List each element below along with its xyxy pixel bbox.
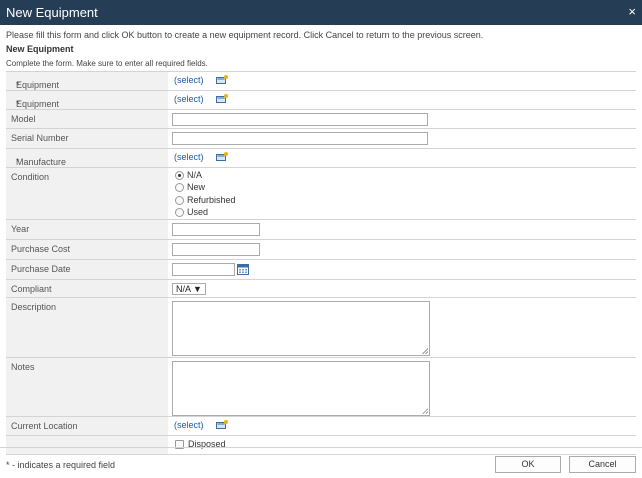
description-textarea[interactable]: [172, 301, 430, 356]
row-description: Description: [6, 298, 636, 358]
row-model: Model: [6, 110, 636, 129]
row-purchase-cost: Purchase Cost: [6, 240, 636, 260]
field-label: Year: [11, 224, 30, 234]
close-icon[interactable]: ×: [628, 4, 636, 19]
browse-icon[interactable]: [216, 420, 228, 429]
condition-option-used[interactable]: Used: [175, 207, 208, 218]
condition-option-na[interactable]: N/A: [175, 170, 202, 181]
radio-icon[interactable]: [175, 196, 184, 206]
row-notes: Notes: [6, 358, 636, 417]
required-marker: *: [16, 157, 20, 167]
current-location-select-link[interactable]: (select): [174, 420, 204, 430]
field-label: Description: [11, 302, 57, 312]
row-equipment-make: Equipment Make* (select): [6, 91, 636, 119]
resize-grip-icon[interactable]: [422, 348, 428, 354]
field-label: Purchase Cost: [11, 244, 71, 254]
condition-option-new[interactable]: New: [175, 182, 205, 193]
row-manufacture: Manufacture * (select): [6, 149, 636, 168]
row-current-location: Current Location (select): [6, 417, 636, 436]
row-year: Year: [6, 220, 636, 240]
section-subtitle: Complete the form. Make sure to enter al…: [6, 59, 208, 68]
equipment-make-select-link[interactable]: (select): [174, 94, 204, 104]
row-purchase-date: Purchase Date: [6, 260, 636, 280]
cancel-button[interactable]: Cancel: [569, 456, 636, 473]
row-disposed: Disposed: [6, 436, 636, 455]
field-label: Manufacture: [16, 157, 67, 167]
browse-icon[interactable]: [216, 94, 228, 103]
manufacture-select-link[interactable]: (select): [174, 152, 204, 162]
purchase-date-input[interactable]: [172, 263, 235, 276]
calendar-icon[interactable]: [237, 264, 249, 275]
model-input[interactable]: [172, 113, 428, 126]
radio-icon[interactable]: [175, 208, 184, 218]
dialog-title: New Equipment: [6, 5, 98, 20]
purchase-cost-input[interactable]: [172, 243, 260, 256]
row-condition: Condition N/A New Refurbished Used: [6, 168, 636, 220]
compliant-select[interactable]: N/A ▼: [172, 283, 206, 295]
field-label: Serial Number: [11, 133, 69, 143]
field-label: Purchase Date: [11, 264, 71, 274]
row-serial-number: Serial Number: [6, 129, 636, 149]
intro-text: Please fill this form and click OK butto…: [6, 30, 484, 40]
equipment-form: Equipment Type* (select) Equipment Make*…: [6, 71, 636, 455]
browse-icon[interactable]: [216, 152, 228, 161]
radio-icon[interactable]: [175, 183, 184, 193]
dialog-titlebar: New Equipment ×: [0, 0, 642, 25]
condition-option-refurbished[interactable]: Refurbished: [175, 195, 236, 206]
field-label: Current Location: [11, 421, 78, 431]
serial-number-input[interactable]: [172, 132, 428, 145]
radio-selected-icon[interactable]: [175, 171, 184, 181]
field-label: Model: [11, 114, 36, 124]
row-compliant: Compliant N/A ▼: [6, 280, 636, 298]
ok-button[interactable]: OK: [495, 456, 561, 473]
required-marker: *: [16, 80, 20, 90]
footer-divider: [0, 447, 642, 448]
required-marker: *: [16, 99, 20, 109]
required-note: * - indicates a required field: [6, 460, 116, 470]
row-equipment-type: Equipment Type* (select): [6, 72, 636, 100]
field-label: Notes: [11, 362, 35, 372]
browse-icon[interactable]: [216, 75, 228, 84]
notes-textarea[interactable]: [172, 361, 430, 416]
section-title: New Equipment: [6, 44, 74, 54]
resize-grip-icon[interactable]: [422, 408, 428, 414]
equipment-type-select-link[interactable]: (select): [174, 75, 204, 85]
field-label: Condition: [11, 172, 50, 182]
field-label: Compliant: [11, 284, 52, 294]
year-input[interactable]: [172, 223, 260, 236]
